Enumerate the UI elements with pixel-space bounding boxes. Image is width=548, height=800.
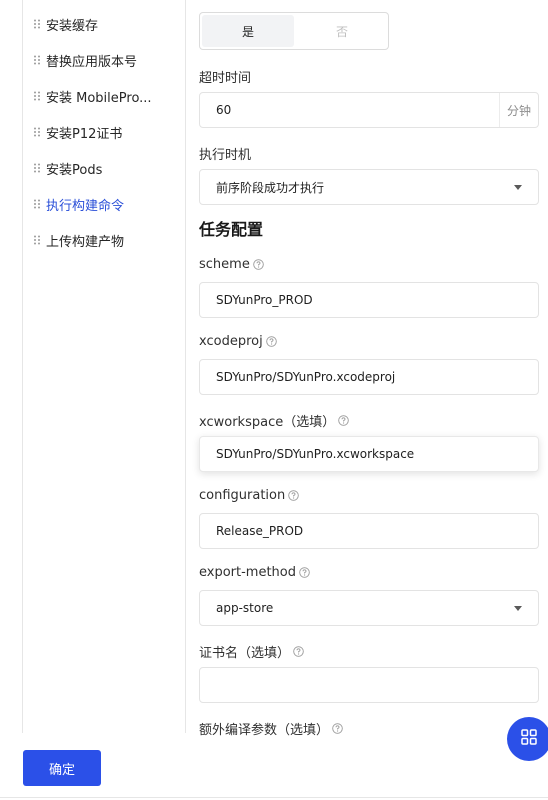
timing-label-text: 执行时机 (199, 148, 252, 163)
sidebar-item-upload-artifacts[interactable]: 上传构建产物 (23, 222, 183, 258)
export-method-select[interactable]: app-store (199, 590, 539, 626)
cert-name-label: 证书名（选填） (199, 642, 304, 661)
help-icon[interactable] (253, 259, 264, 270)
apps-grid-button[interactable] (507, 717, 548, 761)
configuration-label: configuration (199, 488, 299, 503)
xcodeproj-label: xcodeproj (199, 334, 277, 349)
configuration-label-text: configuration (199, 488, 286, 503)
xcworkspace-value: SDYunPro/SDYunPro.xcworkspace (216, 447, 415, 461)
xcworkspace-label-text: xcworkspace（选填） (199, 415, 336, 430)
sidebar-item-label: 替换应用版本号 (46, 54, 138, 70)
export-method-value: app-store (216, 601, 274, 615)
xcodeproj-value: SDYunPro/SDYunPro.xcodeproj (216, 370, 396, 384)
timeout-input[interactable]: 60 分钟 (199, 92, 539, 128)
sidebar-item-label: 安装Pods (46, 162, 103, 178)
scheme-value: SDYunPro_PROD (216, 293, 313, 307)
help-icon[interactable] (293, 646, 304, 657)
sidebar-item-label: 安装P12证书 (46, 126, 123, 142)
drag-handle-icon[interactable] (33, 127, 41, 137)
stage-sidebar: 安装缓存 替换应用版本号 安装 MobilePro... 安装P12证书 安装P… (23, 6, 183, 258)
timing-select[interactable]: 前序阶段成功才执行 (199, 169, 539, 205)
footer-border (0, 797, 548, 798)
xcworkspace-label: xcworkspace（选填） (199, 411, 349, 430)
toggle-no-option[interactable]: 否 (296, 13, 388, 49)
help-icon[interactable] (332, 723, 343, 734)
export-method-label-text: export-method (199, 565, 297, 580)
xcodeproj-label-text: xcodeproj (199, 334, 263, 349)
timeout-value: 60 (216, 103, 232, 117)
drag-handle-icon[interactable] (33, 199, 41, 209)
scheme-input[interactable]: SDYunPro_PROD (199, 282, 539, 318)
drag-handle-icon[interactable] (33, 235, 41, 245)
sidebar-item-label: 安装 MobilePro... (46, 90, 152, 106)
toggle-yes-option[interactable]: 是 (202, 15, 294, 47)
drag-handle-icon[interactable] (33, 55, 41, 65)
extra-args-label: 额外编译参数（选填） (199, 719, 343, 738)
panel-divider (185, 0, 186, 733)
configuration-input[interactable]: Release_PROD (199, 513, 539, 549)
timeout-label: 超时时间 (199, 67, 251, 86)
sidebar-item-install-mobileprovision[interactable]: 安装 MobilePro... (23, 78, 183, 114)
cert-name-label-text: 证书名（选填） (199, 646, 291, 661)
xcodeproj-input[interactable]: SDYunPro/SDYunPro.xcodeproj (199, 359, 539, 395)
help-icon[interactable] (265, 336, 277, 347)
drag-handle-icon[interactable] (33, 163, 41, 173)
task-config-panel: 安装缓存 替换应用版本号 安装 MobilePro... 安装P12证书 安装P… (0, 0, 548, 800)
scheme-label: scheme (199, 257, 264, 272)
help-icon[interactable] (299, 567, 310, 578)
sidebar-item-install-cache[interactable]: 安装缓存 (23, 6, 183, 42)
confirm-button[interactable]: 确定 (23, 750, 101, 786)
section-title: 任务配置 (199, 220, 264, 239)
help-icon[interactable] (288, 490, 299, 501)
scheme-label-text: scheme (199, 257, 250, 272)
drag-handle-icon[interactable] (33, 19, 41, 29)
sidebar-item-label: 执行构建命令 (46, 198, 125, 214)
enable-toggle: 是 否 (199, 12, 389, 50)
sidebar-item-install-pods[interactable]: 安装Pods (23, 150, 183, 186)
configuration-value: Release_PROD (216, 524, 304, 538)
export-method-label: export-method (199, 565, 310, 580)
drag-handle-icon[interactable] (33, 91, 41, 101)
extra-args-label-text: 额外编译参数（选填） (199, 723, 330, 738)
timing-value: 前序阶段成功才执行 (216, 180, 325, 195)
sidebar-item-label: 安装缓存 (46, 18, 99, 34)
caret-down-icon (514, 184, 522, 190)
help-icon[interactable] (338, 415, 349, 426)
cert-name-input[interactable] (199, 667, 539, 703)
timing-label: 执行时机 (199, 144, 251, 163)
sidebar-item-replace-version[interactable]: 替换应用版本号 (23, 42, 183, 78)
sidebar-item-run-build[interactable]: 执行构建命令 (23, 186, 183, 222)
sidebar-item-label: 上传构建产物 (46, 234, 125, 250)
caret-down-icon (514, 605, 522, 611)
grid-icon (521, 729, 537, 749)
timeout-unit: 分钟 (499, 93, 538, 127)
xcworkspace-input[interactable]: SDYunPro/SDYunPro.xcworkspace (199, 436, 539, 472)
timeout-label-text: 超时时间 (199, 71, 252, 86)
sidebar-item-install-p12[interactable]: 安装P12证书 (23, 114, 183, 150)
